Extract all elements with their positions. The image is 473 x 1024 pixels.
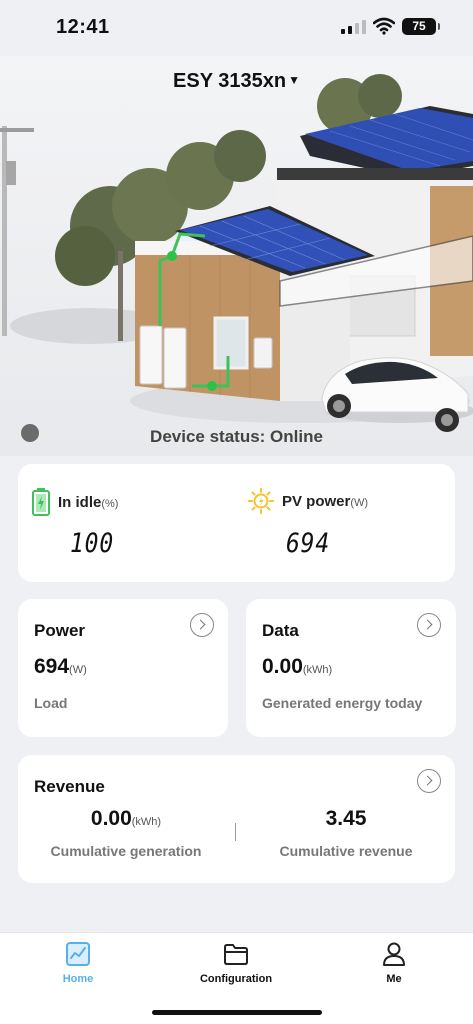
pv-label: PV power(W): [282, 492, 369, 510]
power-sub: Load: [34, 695, 68, 711]
data-unit: (kWh): [302, 664, 333, 676]
tab-home[interactable]: Home: [18, 941, 138, 985]
solar-house-image: [0, 56, 473, 456]
pv-value: 694: [286, 528, 331, 559]
idle-unit: (%): [101, 497, 119, 510]
cellular-signal-icon: [341, 20, 366, 34]
data-value: 0.00: [262, 655, 303, 678]
tab-configuration[interactable]: Configuration: [176, 941, 296, 985]
data-sub: Generated energy today: [262, 695, 423, 711]
tab-me[interactable]: Me: [334, 941, 454, 985]
battery-charging-icon: [32, 488, 50, 516]
device-name: ESY 3135xn: [173, 70, 287, 92]
power-detail-arrow-icon[interactable]: [190, 613, 214, 637]
power-value-row: 694(W): [34, 655, 87, 679]
folder-icon: [224, 944, 248, 965]
generation-label: Cumulative generation: [50, 843, 202, 859]
chart-icon: [66, 942, 90, 966]
data-value-row: 0.00(kWh): [262, 655, 332, 679]
house-illustration: [0, 56, 473, 456]
generation-unit: (kWh): [131, 816, 162, 828]
power-unit: (W): [69, 664, 87, 676]
revenue-detail-arrow-icon[interactable]: [417, 769, 441, 793]
status-time: 12:41: [56, 16, 110, 38]
power-title: Power: [34, 621, 86, 640]
wifi-icon: [373, 17, 395, 35]
revenue-value: 3.45: [325, 807, 367, 830]
tab-me-label: Me: [386, 973, 402, 985]
cumulative-generation: 0.00(kWh) Cumulative generation: [26, 807, 226, 859]
pv-header: PV power(W): [248, 488, 368, 514]
divider: [235, 823, 236, 841]
person-icon: [383, 942, 405, 966]
cumulative-revenue: 3.45 Cumulative revenue: [246, 807, 446, 859]
generation-value: 0.00: [90, 807, 132, 830]
caret-down-icon: ▼: [288, 73, 300, 87]
revenue-title: Revenue: [34, 777, 105, 796]
power-card[interactable]: Power 694(W) Load: [18, 599, 228, 737]
idle-value: 100: [70, 528, 115, 559]
tab-configuration-label: Configuration: [199, 973, 273, 985]
tab-home-label: Home: [62, 973, 94, 985]
data-title: Data: [262, 621, 299, 640]
sun-icon: [248, 488, 274, 514]
device-selector[interactable]: ESY 3135xn ▼: [0, 70, 473, 93]
data-card[interactable]: Data 0.00(kWh) Generated energy today: [246, 599, 456, 737]
revenue-label: Cumulative revenue: [279, 843, 413, 859]
idle-label: In idle(%): [58, 493, 119, 511]
summary-card: In idle(%) 100 PV power(W) 694: [18, 464, 455, 582]
status-bar: 12:41 75: [0, 0, 473, 56]
battery-icon: 75: [402, 18, 440, 35]
battery-level: 75: [412, 19, 426, 33]
device-status: Device status: Online: [150, 427, 323, 446]
pv-unit: (W): [350, 496, 369, 509]
data-detail-arrow-icon[interactable]: [417, 613, 441, 637]
revenue-card[interactable]: Revenue 0.00(kWh) Cumulative generation …: [18, 755, 455, 883]
power-value: 694: [34, 655, 70, 678]
idle-header: In idle(%): [32, 488, 118, 516]
home-indicator: [152, 1010, 322, 1015]
